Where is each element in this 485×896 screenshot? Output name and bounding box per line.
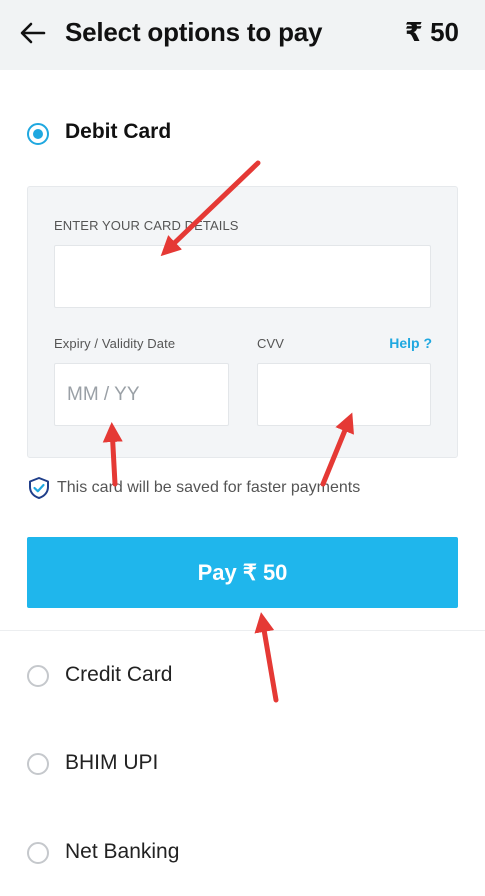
debit-card-label[interactable]: Debit Card — [65, 120, 171, 144]
bhim-upi-label[interactable]: BHIM UPI — [65, 751, 158, 775]
card-number-input[interactable] — [54, 245, 431, 308]
credit-card-label[interactable]: Credit Card — [65, 663, 172, 687]
card-details-panel: ENTER YOUR CARD DETAILS Expiry / Validit… — [27, 186, 458, 458]
divider — [0, 630, 485, 631]
back-arrow-icon[interactable] — [18, 19, 48, 47]
app-header: Select options to pay ₹ 50 — [0, 0, 485, 70]
cvv-caption: CVV — [257, 336, 285, 351]
expiry-input[interactable] — [54, 363, 229, 426]
net-banking-radio[interactable] — [27, 842, 49, 864]
credit-card-radio[interactable] — [27, 665, 49, 687]
net-banking-label[interactable]: Net Banking — [65, 840, 179, 864]
debit-card-radio[interactable] — [27, 123, 49, 145]
page-title: Select options to pay — [65, 17, 323, 47]
pay-button[interactable]: Pay ₹ 50 — [27, 537, 458, 608]
header-amount: ₹ 50 — [404, 17, 459, 47]
card-details-caption: ENTER YOUR CARD DETAILS — [54, 218, 239, 233]
save-card-note: This card will be saved for faster payme… — [27, 476, 360, 500]
cvv-input[interactable] — [257, 363, 431, 426]
shield-check-icon — [29, 477, 49, 499]
bhim-upi-radio[interactable] — [27, 753, 49, 775]
expiry-caption: Expiry / Validity Date — [54, 336, 176, 351]
save-card-text: This card will be saved for faster payme… — [57, 479, 361, 496]
cvv-help-link[interactable]: Help ? — [389, 335, 432, 351]
